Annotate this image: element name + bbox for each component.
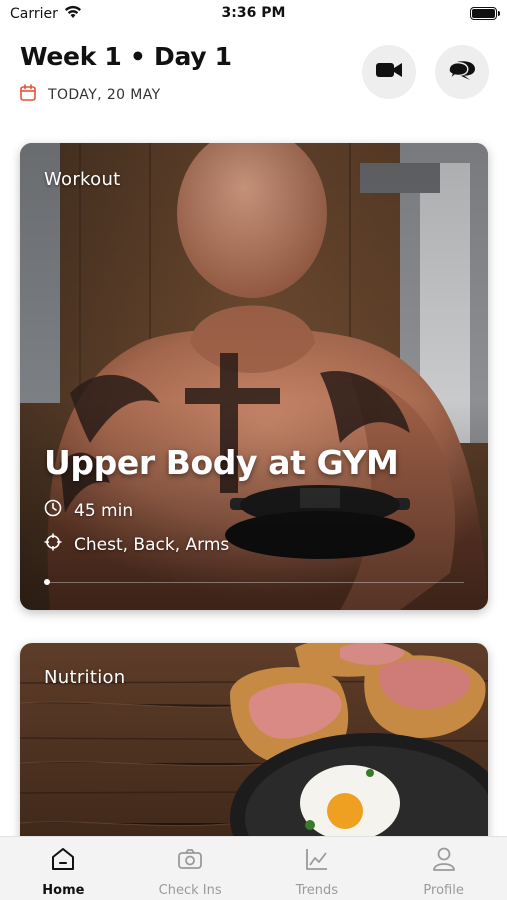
tab-check-ins[interactable]: Check Ins (127, 837, 254, 900)
tab-home-label: Home (42, 883, 85, 898)
page-title: Week 1 • Day 1 (20, 42, 232, 71)
focus-row: Chest, Back, Arms (44, 533, 229, 556)
camera-icon (176, 845, 204, 877)
date-label: TODAY, 20 MAY (48, 86, 161, 103)
focus-label: Chest, Back, Arms (74, 534, 230, 555)
status-bar: Carrier 3:36 PM (0, 0, 507, 28)
tab-profile-label: Profile (423, 883, 464, 898)
battery-icon (470, 7, 500, 20)
carousel-track (44, 582, 464, 583)
home-icon (49, 845, 77, 877)
duration-label: 45 min (74, 500, 134, 521)
status-time: 3:36 PM (221, 5, 286, 21)
tab-home[interactable]: Home (0, 837, 127, 900)
tab-check-ins-label: Check Ins (158, 883, 222, 898)
nutrition-card[interactable]: Nutrition (20, 643, 488, 853)
video-call-button[interactable] (362, 45, 416, 99)
duration-row: 45 min (44, 499, 133, 522)
clock-icon (44, 499, 62, 522)
tab-profile[interactable]: Profile (380, 837, 507, 900)
tab-trends[interactable]: Trends (254, 837, 381, 900)
date-row: TODAY, 20 MAY (20, 84, 161, 105)
nutrition-label: Nutrition (44, 667, 126, 688)
tab-bar: Home Check Ins Trends Profile (0, 836, 507, 900)
chat-bubbles-icon (447, 58, 477, 86)
video-camera-icon (375, 60, 403, 84)
carousel-indicator[interactable] (44, 579, 50, 585)
workout-card[interactable]: Workout Upper Body at GYM 45 min Chest, … (20, 143, 488, 610)
chart-icon (303, 845, 331, 877)
user-icon (430, 845, 458, 877)
chat-button[interactable] (435, 45, 489, 99)
crosshair-icon (44, 533, 62, 556)
calendar-icon (20, 84, 36, 105)
tab-trends-label: Trends (295, 883, 339, 898)
workout-title: Upper Body at GYM (44, 443, 399, 482)
workout-label: Workout (44, 169, 121, 190)
